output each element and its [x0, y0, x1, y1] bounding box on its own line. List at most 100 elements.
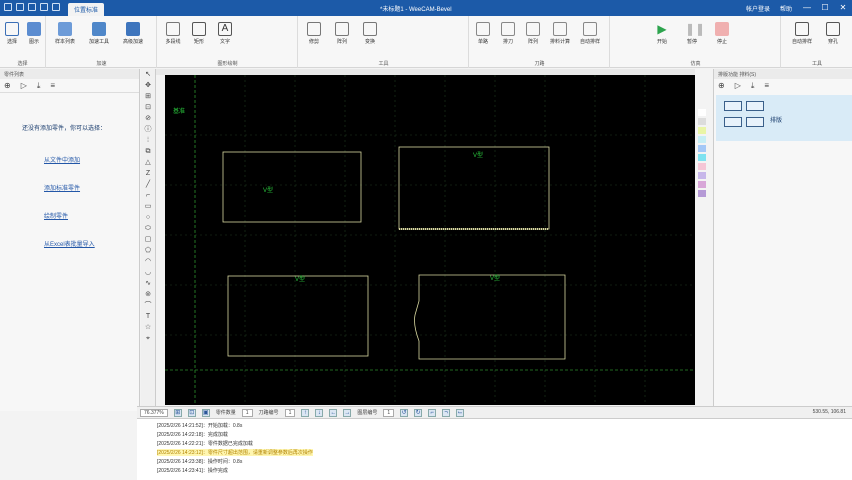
- sim-start-button[interactable]: ▶ 开始: [651, 22, 673, 45]
- nest-calc-button[interactable]: 排料计算: [547, 22, 573, 45]
- part-shape-4[interactable]: V型: [414, 274, 566, 360]
- star-icon[interactable]: ☆: [141, 322, 155, 333]
- import-icon[interactable]: ⤓: [751, 81, 755, 91]
- undo-icon[interactable]: [40, 3, 48, 11]
- arrow-left-icon[interactable]: ←: [329, 408, 338, 417]
- color-swatch[interactable]: [698, 163, 706, 170]
- zoom-fit-icon[interactable]: ⊞: [173, 408, 182, 417]
- options-icon[interactable]: ≡: [50, 81, 55, 90]
- close-button[interactable]: ✕: [838, 3, 848, 12]
- color-swatch[interactable]: [698, 181, 706, 188]
- pointer-tool-icon[interactable]: ↖: [141, 69, 155, 80]
- spline-icon[interactable]: ∿: [141, 278, 155, 289]
- select-button[interactable]: 选择: [1, 22, 23, 45]
- align-icon[interactable]: ⧉: [141, 146, 155, 157]
- accel-tool-button[interactable]: 加速工具: [85, 22, 113, 45]
- triangle-icon[interactable]: △: [141, 157, 155, 168]
- flip-icon[interactable]: ⌙: [456, 408, 465, 417]
- pointer-icon[interactable]: ▷: [735, 81, 741, 91]
- spiral-icon[interactable]: ⊚: [141, 289, 155, 300]
- auto-layout-button[interactable]: 自动排样: [788, 22, 816, 45]
- zoom-tool-icon[interactable]: ⊞: [141, 91, 155, 102]
- pointer-icon[interactable]: ▷: [21, 81, 27, 90]
- color-swatch[interactable]: [698, 154, 706, 161]
- measure-icon[interactable]: ⊘: [141, 113, 155, 124]
- corner2-icon[interactable]: ¬: [442, 408, 451, 417]
- polyline-button[interactable]: 多段线: [162, 22, 184, 45]
- part-shape-1[interactable]: V型: [222, 151, 362, 223]
- color-swatch[interactable]: [698, 190, 706, 197]
- drawing-canvas[interactable]: 基准 V型 V型 V型 V型: [165, 75, 695, 405]
- zoom-select[interactable]: 76.377%: [140, 408, 168, 417]
- array-path-button[interactable]: 阵列: [522, 22, 544, 45]
- arrow-right-icon[interactable]: →: [343, 408, 352, 417]
- new-file-icon[interactable]: [4, 3, 12, 11]
- corner-icon[interactable]: ⌐: [428, 408, 437, 417]
- ellipse-icon[interactable]: ⬭: [141, 223, 155, 234]
- part-shape-2[interactable]: V型: [398, 146, 550, 230]
- sample-list-button[interactable]: 样本列表: [51, 22, 79, 45]
- add-from-file-link[interactable]: 从文件中添加: [44, 155, 80, 164]
- arrange-button[interactable]: 排刀: [497, 22, 519, 45]
- zoom-fit-icon[interactable]: ⊡: [141, 102, 155, 113]
- single-path-button[interactable]: 单路: [472, 22, 494, 45]
- text-button[interactable]: A 文字: [214, 22, 236, 45]
- color-swatch[interactable]: [698, 172, 706, 179]
- z-icon[interactable]: Z: [141, 168, 155, 179]
- snap-icon[interactable]: ⌖: [141, 333, 155, 344]
- color-swatch[interactable]: [698, 145, 706, 152]
- pan-tool-icon[interactable]: ✥: [141, 80, 155, 91]
- zoom-window-icon[interactable]: ⊡: [187, 408, 196, 417]
- open-file-icon[interactable]: [16, 3, 24, 11]
- color-swatch[interactable]: [698, 127, 706, 134]
- save-icon[interactable]: [28, 3, 36, 11]
- circle-icon[interactable]: ○: [141, 212, 155, 223]
- array-button[interactable]: 阵列: [331, 22, 353, 45]
- item3-field[interactable]: 1: [383, 408, 395, 417]
- auto-nest-button[interactable]: 自动排样: [576, 22, 604, 45]
- color-swatch[interactable]: [698, 109, 706, 116]
- line-icon[interactable]: ╱: [141, 179, 155, 190]
- color-swatch[interactable]: [698, 136, 706, 143]
- options-icon[interactable]: ≡: [764, 81, 769, 91]
- arc2-icon[interactable]: ◡: [141, 267, 155, 278]
- draw-part-link[interactable]: 绘制零件: [44, 211, 68, 220]
- view-button[interactable]: 图示: [23, 22, 45, 45]
- part-shape-3[interactable]: V型: [227, 275, 369, 357]
- item1-field[interactable]: 1: [241, 408, 253, 417]
- rect-icon[interactable]: ▭: [141, 201, 155, 212]
- add-icon[interactable]: ⊕: [718, 81, 725, 91]
- arrow-down-icon[interactable]: ↓: [315, 408, 324, 417]
- tab-active[interactable]: 位置标准: [68, 3, 105, 16]
- rectangle-button[interactable]: 矩形: [188, 22, 210, 45]
- zoom-all-icon[interactable]: ▣: [201, 408, 210, 417]
- arrow-up-icon[interactable]: ↑: [301, 408, 310, 417]
- rotate-cw-icon[interactable]: ↻: [414, 408, 423, 417]
- maximize-button[interactable]: ☐: [820, 3, 830, 12]
- minimize-button[interactable]: —: [802, 3, 812, 12]
- node-edit-icon[interactable]: ⦙: [141, 135, 155, 146]
- info-icon[interactable]: ⓘ: [141, 124, 155, 135]
- add-standard-part-link[interactable]: 添加标准零件: [44, 183, 80, 192]
- sim-stop-button[interactable]: 停止: [711, 22, 733, 45]
- trim-button[interactable]: 修剪: [303, 22, 325, 45]
- arc-icon[interactable]: ◠: [141, 256, 155, 267]
- redo-icon[interactable]: [52, 3, 60, 11]
- import-icon[interactable]: ⤓: [37, 81, 41, 90]
- user-login-link[interactable]: 帐户登录: [746, 4, 770, 13]
- color-swatch[interactable]: [698, 118, 706, 125]
- add-icon[interactable]: ⊕: [4, 81, 11, 90]
- transform-button[interactable]: 变换: [359, 22, 381, 45]
- pierce-button[interactable]: 穿孔: [822, 22, 844, 45]
- help-link[interactable]: 帮助: [780, 4, 792, 13]
- sim-pause-button[interactable]: ❚❚ 暂停: [681, 22, 705, 45]
- layout-card[interactable]: 排版: [716, 95, 852, 141]
- polyline-icon[interactable]: ⌐: [141, 190, 155, 201]
- import-excel-link[interactable]: 从Excel表批量导入: [44, 239, 95, 248]
- rounded-rect-icon[interactable]: ▢: [141, 234, 155, 245]
- item2-field[interactable]: 1: [284, 408, 296, 417]
- rotate-ccw-icon[interactable]: ↺: [400, 408, 409, 417]
- text-tool-icon[interactable]: T: [141, 311, 155, 322]
- curve-icon[interactable]: ⌒: [141, 300, 155, 311]
- pentagon-icon[interactable]: ⬠: [141, 245, 155, 256]
